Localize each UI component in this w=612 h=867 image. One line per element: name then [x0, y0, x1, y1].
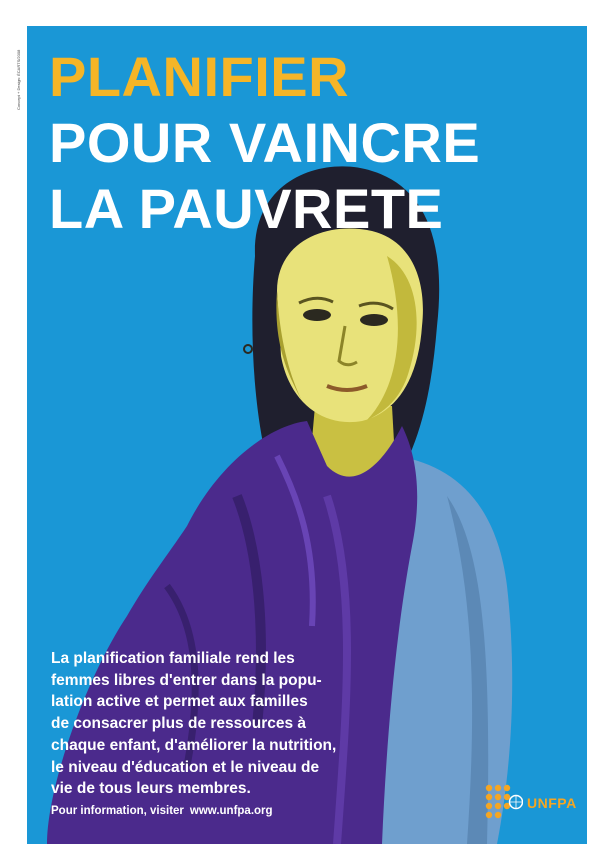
- unfpa-wordmark: UNFPA: [527, 795, 577, 811]
- credit-text: Concept + Design: ÉCARTS/2008: [16, 49, 21, 110]
- earring: [243, 344, 253, 354]
- headline: PLANIFIER POUR VAINCRE LA PAUVRETE: [49, 44, 480, 242]
- body-paragraph: La planification familiale rend les femm…: [51, 650, 337, 798]
- unfpa-emblem-icon: [485, 784, 523, 819]
- headline-line-3: LA PAUVRETE: [49, 177, 444, 240]
- right-eye: [360, 314, 388, 326]
- left-eye: [303, 309, 331, 321]
- info-url-link[interactable]: www.unfpa.org: [190, 805, 273, 817]
- credit-strip: Concept + Design: ÉCARTS/2008: [6, 22, 21, 112]
- info-label: Pour information, visiter: [51, 805, 184, 817]
- headline-line-1: PLANIFIER: [49, 45, 350, 108]
- info-line: Pour information, visiter www.unfpa.org: [51, 805, 273, 817]
- unfpa-logo: UNFPA: [483, 782, 579, 822]
- headline-line-2: POUR VAINCRE: [49, 111, 481, 174]
- poster: PLANIFIER POUR VAINCRE LA PAUVRETE La pl…: [27, 26, 587, 844]
